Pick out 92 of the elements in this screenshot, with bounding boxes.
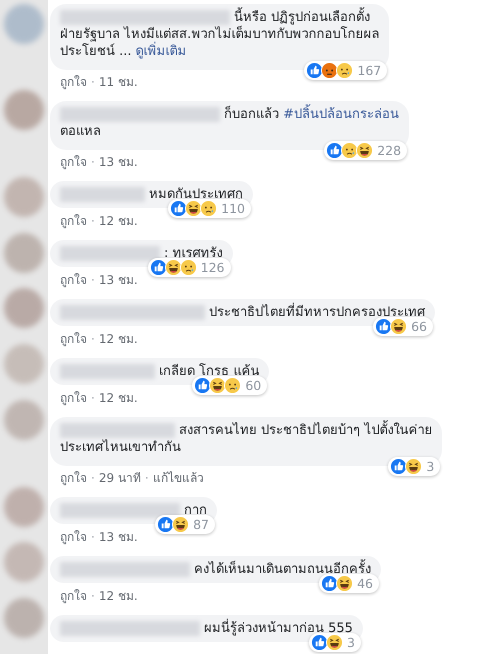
- laughing-face-icon: [336, 575, 354, 592]
- reaction-count: 3: [347, 634, 355, 650]
- laughing-face-icon: [356, 142, 374, 159]
- like-icon: [150, 259, 167, 276]
- timestamp[interactable]: 13 ชม.: [98, 155, 138, 170]
- like-link[interactable]: ถูกใจ: [60, 391, 87, 406]
- like-icon: [375, 318, 392, 335]
- reaction-count: 126: [200, 260, 225, 276]
- reaction-count: 87: [193, 516, 209, 532]
- comment-text: ประเทศไหนเขาทำกัน: [60, 439, 181, 456]
- timestamp[interactable]: 29 นาที: [98, 471, 141, 486]
- reaction-count: 110: [221, 200, 245, 216]
- avatar: [4, 400, 44, 440]
- laughing-face-icon: [405, 458, 422, 475]
- separator-dot: ·: [144, 471, 149, 486]
- laughing-face-icon: [164, 259, 182, 276]
- separator-dot: ·: [91, 214, 95, 229]
- comment-text: ฝ่ายรัฐบาล ไหงมีแต่สส.พวกไม่เต็มบาทกับพวกกอบโกยผล: [60, 26, 380, 42]
- sad-face-icon: [200, 200, 218, 217]
- timestamp[interactable]: 12 ชม.: [98, 589, 138, 604]
- reaction-count: 228: [377, 142, 402, 158]
- like-link[interactable]: ถูกใจ: [60, 530, 87, 545]
- like-link[interactable]: ถูกใจ: [60, 155, 87, 170]
- timestamp[interactable]: 12 ชม.: [98, 214, 138, 229]
- sad-face-icon: [336, 62, 354, 79]
- angry-face-icon: [321, 62, 338, 79]
- reaction-count: 66: [411, 318, 427, 334]
- reaction-summary[interactable]: 46: [319, 574, 379, 593]
- like-icon: [194, 377, 212, 394]
- reaction-count: 46: [357, 576, 373, 592]
- laughing-face-icon: [209, 377, 226, 394]
- timestamp[interactable]: 11 ชม.: [98, 75, 138, 90]
- reaction-summary[interactable]: 87: [155, 515, 215, 534]
- avatar: [4, 542, 44, 582]
- reaction-summary[interactable]: 3: [388, 457, 440, 476]
- separator-dot: ·: [91, 471, 95, 486]
- timestamp[interactable]: 12 ชม.: [98, 391, 138, 406]
- like-link[interactable]: ถูกใจ: [60, 332, 87, 347]
- like-icon: [157, 516, 174, 533]
- avatar: [4, 176, 44, 217]
- like-link[interactable]: ถูกใจ: [60, 75, 87, 90]
- timestamp[interactable]: 13 ชม.: [98, 530, 138, 545]
- like-link[interactable]: ถูกใจ: [60, 471, 87, 486]
- separator-dot: ·: [91, 589, 95, 604]
- timestamp[interactable]: 13 ชม.: [98, 273, 138, 288]
- like-icon: [306, 62, 324, 79]
- edited-label: แก้ไขแล้ว: [152, 471, 204, 486]
- like-link[interactable]: ถูกใจ: [60, 589, 87, 604]
- laughing-face-icon: [326, 634, 343, 651]
- comment-text: ตอแหล: [60, 123, 101, 140]
- reaction-summary[interactable]: 167: [304, 61, 388, 80]
- separator-dot: ·: [91, 332, 95, 347]
- reaction-summary[interactable]: 60: [192, 376, 268, 395]
- avatar: [4, 486, 44, 527]
- like-icon: [390, 458, 408, 475]
- like-icon: [321, 575, 338, 592]
- separator-dot: ·: [91, 530, 95, 545]
- sad-face-icon: [224, 377, 242, 394]
- comment-text: นี้หรือ ปฏิรูปก่อนเลือกตั้ง: [234, 9, 370, 26]
- timestamp[interactable]: 12 ชม.: [98, 332, 138, 347]
- avatar: [4, 90, 44, 130]
- separator-dot: ·: [91, 391, 95, 406]
- like-link[interactable]: ถูกใจ: [60, 214, 87, 229]
- separator-dot: ·: [91, 155, 95, 170]
- laughing-face-icon: [185, 200, 202, 217]
- avatar: [4, 232, 44, 273]
- like-icon: [170, 200, 188, 217]
- separator-dot: ·: [91, 75, 95, 90]
- reaction-summary[interactable]: 110: [168, 199, 251, 218]
- reaction-summary[interactable]: 228: [324, 141, 408, 160]
- reaction-summary[interactable]: 3: [309, 633, 361, 652]
- like-icon: [311, 634, 328, 651]
- reaction-count: 60: [245, 378, 262, 394]
- separator-dot: ·: [91, 273, 95, 288]
- reaction-count: 167: [357, 62, 382, 78]
- laughing-face-icon: [390, 318, 408, 335]
- avatar: [4, 4, 44, 44]
- sad-face-icon: [180, 259, 197, 276]
- avatar: [4, 288, 44, 328]
- avatar: [4, 598, 44, 638]
- laughing-face-icon: [172, 516, 190, 533]
- see-more-link[interactable]: ดูเพิ่มเติม: [136, 44, 187, 59]
- sad-face-icon: [341, 142, 358, 159]
- like-icon: [326, 142, 344, 159]
- avatar: [4, 344, 44, 384]
- comment-text: ประโยชน์ ... ดูเพิ่มเติม: [60, 43, 187, 60]
- like-link[interactable]: ถูกใจ: [60, 273, 87, 288]
- reaction-count: 3: [426, 458, 434, 474]
- comment-text: ก็บอกแล้ว #ปลิ้นปล้อนกระล่อน: [224, 106, 400, 123]
- reaction-summary[interactable]: 66: [373, 317, 433, 336]
- comment-text: สงสารคนไทย ประชาธิปไตยบ้าๆ ไปตั้งในค่าย: [179, 422, 432, 439]
- reaction-summary[interactable]: 126: [148, 258, 231, 277]
